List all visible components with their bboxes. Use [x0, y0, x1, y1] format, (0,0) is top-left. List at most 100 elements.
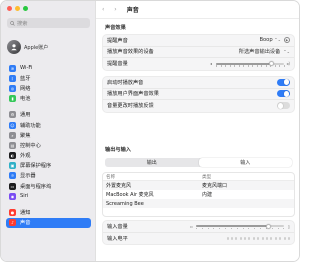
startup-sound-row: 启动时播放声音	[103, 77, 294, 89]
slider-fill	[196, 225, 269, 228]
sidebar-item-spotlight[interactable]: ⌕ 聚焦	[6, 130, 91, 140]
ui-effects-toggle[interactable]	[277, 90, 290, 98]
sidebar-item-sound[interactable]: ♪ 声音	[6, 217, 91, 228]
search-icon	[10, 20, 15, 26]
volume-feedback-label: 音量更改时播放反馈	[107, 103, 154, 110]
sidebar-item-label: 网络	[20, 85, 31, 92]
notifications-icon: ●	[9, 209, 16, 217]
sidebar-item-label: 显示器	[20, 173, 36, 180]
sidebar-item-control-center[interactable]: ▤ 控制中心	[6, 140, 91, 150]
play-alert-button[interactable]: ▶	[284, 37, 290, 44]
sidebar-item-desktop-dock[interactable]: ▭ 桌面与程序坞	[6, 181, 91, 191]
apple-account-item[interactable]: Apple账户	[7, 37, 90, 57]
close-window-button[interactable]	[7, 6, 12, 11]
sidebar-item-label: Siri	[20, 193, 29, 200]
alert-sound-value: Boop	[259, 37, 273, 44]
mic-low-icon: ▫	[190, 223, 193, 229]
mic-high-icon: ▯	[287, 223, 290, 229]
device-type: 麦克风端口	[202, 183, 228, 189]
battery-icon: ▮	[9, 95, 16, 103]
sidebar-item-siri[interactable]: ◉ Siri	[6, 191, 91, 201]
alert-sound-row: 提醒声音 Boop ⌃⌄ ▶	[103, 35, 294, 47]
input-level-row: 输入电平	[103, 233, 294, 245]
sidebar-separator	[6, 104, 91, 110]
play-effects-through-row: 播放声音效果的设备 所选声音输出设备 ⌃⌄	[103, 47, 294, 58]
sidebar-item-bluetooth[interactable]: ᛒ 蓝牙	[6, 73, 91, 83]
window-controls	[7, 6, 28, 11]
column-header-name[interactable]: 名称	[103, 174, 202, 180]
table-row[interactable]: MacBook Air 麦克风 内建	[103, 190, 294, 199]
wifi-icon: ≋	[9, 64, 16, 72]
play-effects-through-select[interactable]: 所选声音输出设备 ⌃⌄	[239, 48, 290, 55]
input-volume-row: 输入音量 ▫ ▯	[103, 221, 294, 233]
slider-ticks	[216, 65, 284, 67]
spotlight-icon: ⌕	[9, 131, 16, 139]
play-effects-through-label: 播放声音效果的设备	[107, 49, 154, 56]
input-level-card: 输入音量 ▫ ▯ 输入电平	[102, 220, 295, 245]
sound-effects-card: 提醒声音 Boop ⌃⌄ ▶ 播放声音效果的设备 所选声音输出设备 ⌃⌄ 提醒音…	[102, 34, 295, 71]
column-header-type[interactable]: 类型	[202, 174, 294, 180]
speaker-high-icon: ◂)	[286, 61, 290, 67]
slider-knob[interactable]	[265, 223, 271, 229]
sidebar-item-label: 控制中心	[20, 142, 41, 149]
minimize-window-button[interactable]	[15, 6, 20, 11]
volume-feedback-row: 音量更改时播放反馈	[103, 100, 294, 112]
sidebar-search-field[interactable]: 搜索	[7, 18, 90, 28]
slider-fill	[216, 62, 272, 65]
input-device-table: 名称 类型 外置麦克风 麦克风端口 MacBook Air 麦克风 内建 Scr…	[102, 172, 295, 217]
sidebar-item-battery[interactable]: ▮ 电池	[6, 94, 91, 104]
tab-output[interactable]: 输出	[105, 158, 199, 167]
sidebar-item-screensaver[interactable]: ▣ 屏幕保护程序	[6, 161, 91, 171]
toolbar: ‹ › 声音	[96, 1, 299, 19]
sidebar-item-label: 通用	[20, 112, 31, 119]
tab-input[interactable]: 输入	[198, 158, 292, 167]
startup-sound-toggle[interactable]	[277, 78, 290, 86]
sidebar-item-network[interactable]: ◎ 网络	[6, 83, 91, 93]
desktop-dock-icon: ▭	[9, 182, 16, 190]
output-input-segmented-control: 输出 输入	[105, 158, 292, 167]
sidebar-item-notifications[interactable]: ● 通知	[6, 207, 91, 217]
sidebar-item-label: 电池	[20, 96, 31, 103]
sidebar-item-label: 辅助功能	[20, 122, 41, 129]
speaker-low-icon: ◂	[210, 61, 213, 67]
sound-options-card: 启动时播放声音 播放用户界面声音效果 音量更改时播放反馈	[102, 76, 295, 113]
sidebar-item-gear[interactable]: ⚙ 通用	[6, 110, 91, 120]
sidebar-item-label: 蓝牙	[20, 75, 31, 82]
zoom-window-button[interactable]	[23, 6, 28, 11]
sidebar-item-accessibility[interactable]: ☺ 辅助功能	[6, 120, 91, 130]
chevron-updown-icon: ⌃⌄	[274, 37, 281, 43]
alert-volume-label: 提醒音量	[107, 61, 128, 68]
user-icon	[11, 44, 17, 51]
siri-icon: ◉	[9, 192, 16, 200]
table-header: 名称 类型	[103, 173, 294, 181]
account-name: Apple账户	[24, 44, 49, 51]
system-settings-window: 搜索 Apple账户 ≋ Wi-Fi ᛒ 蓝牙 ◎ 网络 ▮ 电池 ⚙ 通用 ☺ 辅助功能 ⌕ 聚焦 ▤ 控制…	[0, 0, 300, 262]
sidebar-item-wifi[interactable]: ≋ Wi-Fi	[6, 63, 91, 73]
table-row[interactable]: 外置麦克风 麦克风端口	[103, 181, 294, 190]
main-pane: ‹ › 声音 声音效果 提醒声音 Boop ⌃⌄ ▶ 播放声音效果的设备 所选声…	[96, 1, 299, 261]
sidebar-item-appearance[interactable]: ◐ 外观	[6, 151, 91, 161]
sidebar-item-label: Wi-Fi	[20, 65, 33, 72]
alert-volume-row: 提醒音量 ◂ ◂)	[103, 58, 294, 70]
sidebar-item-label: 桌面与程序坞	[20, 183, 52, 190]
sidebar-item-display[interactable]: ☼ 显示器	[6, 171, 91, 181]
volume-feedback-toggle[interactable]	[277, 102, 290, 110]
screensaver-icon: ▣	[9, 162, 16, 170]
sidebar-item-label: 外观	[20, 153, 31, 160]
alert-volume-slider[interactable]: ◂ ◂)	[210, 60, 290, 67]
gear-icon: ⚙	[9, 111, 16, 119]
alert-sound-select[interactable]: Boop ⌃⌄	[259, 37, 281, 43]
input-volume-slider[interactable]: ▫ ▯	[190, 223, 290, 230]
sidebar-item-label: 聚焦	[20, 132, 31, 139]
ui-effects-label: 播放用户界面声音效果	[107, 91, 159, 98]
back-forward-arrows[interactable]: ‹ ›	[102, 6, 121, 13]
chevron-updown-icon: ⌃⌄	[283, 49, 290, 55]
sound-effects-heading: 声音效果	[105, 25, 126, 31]
input-level-label: 输入电平	[107, 235, 128, 242]
network-icon: ◎	[9, 84, 16, 92]
device-name: 外置麦克风	[106, 183, 132, 189]
device-type: 内建	[202, 192, 213, 198]
sidebar-item-label: 声音	[20, 220, 31, 227]
table-row[interactable]: Screaming Bee	[103, 199, 294, 208]
sound-icon: ♪	[9, 219, 16, 227]
